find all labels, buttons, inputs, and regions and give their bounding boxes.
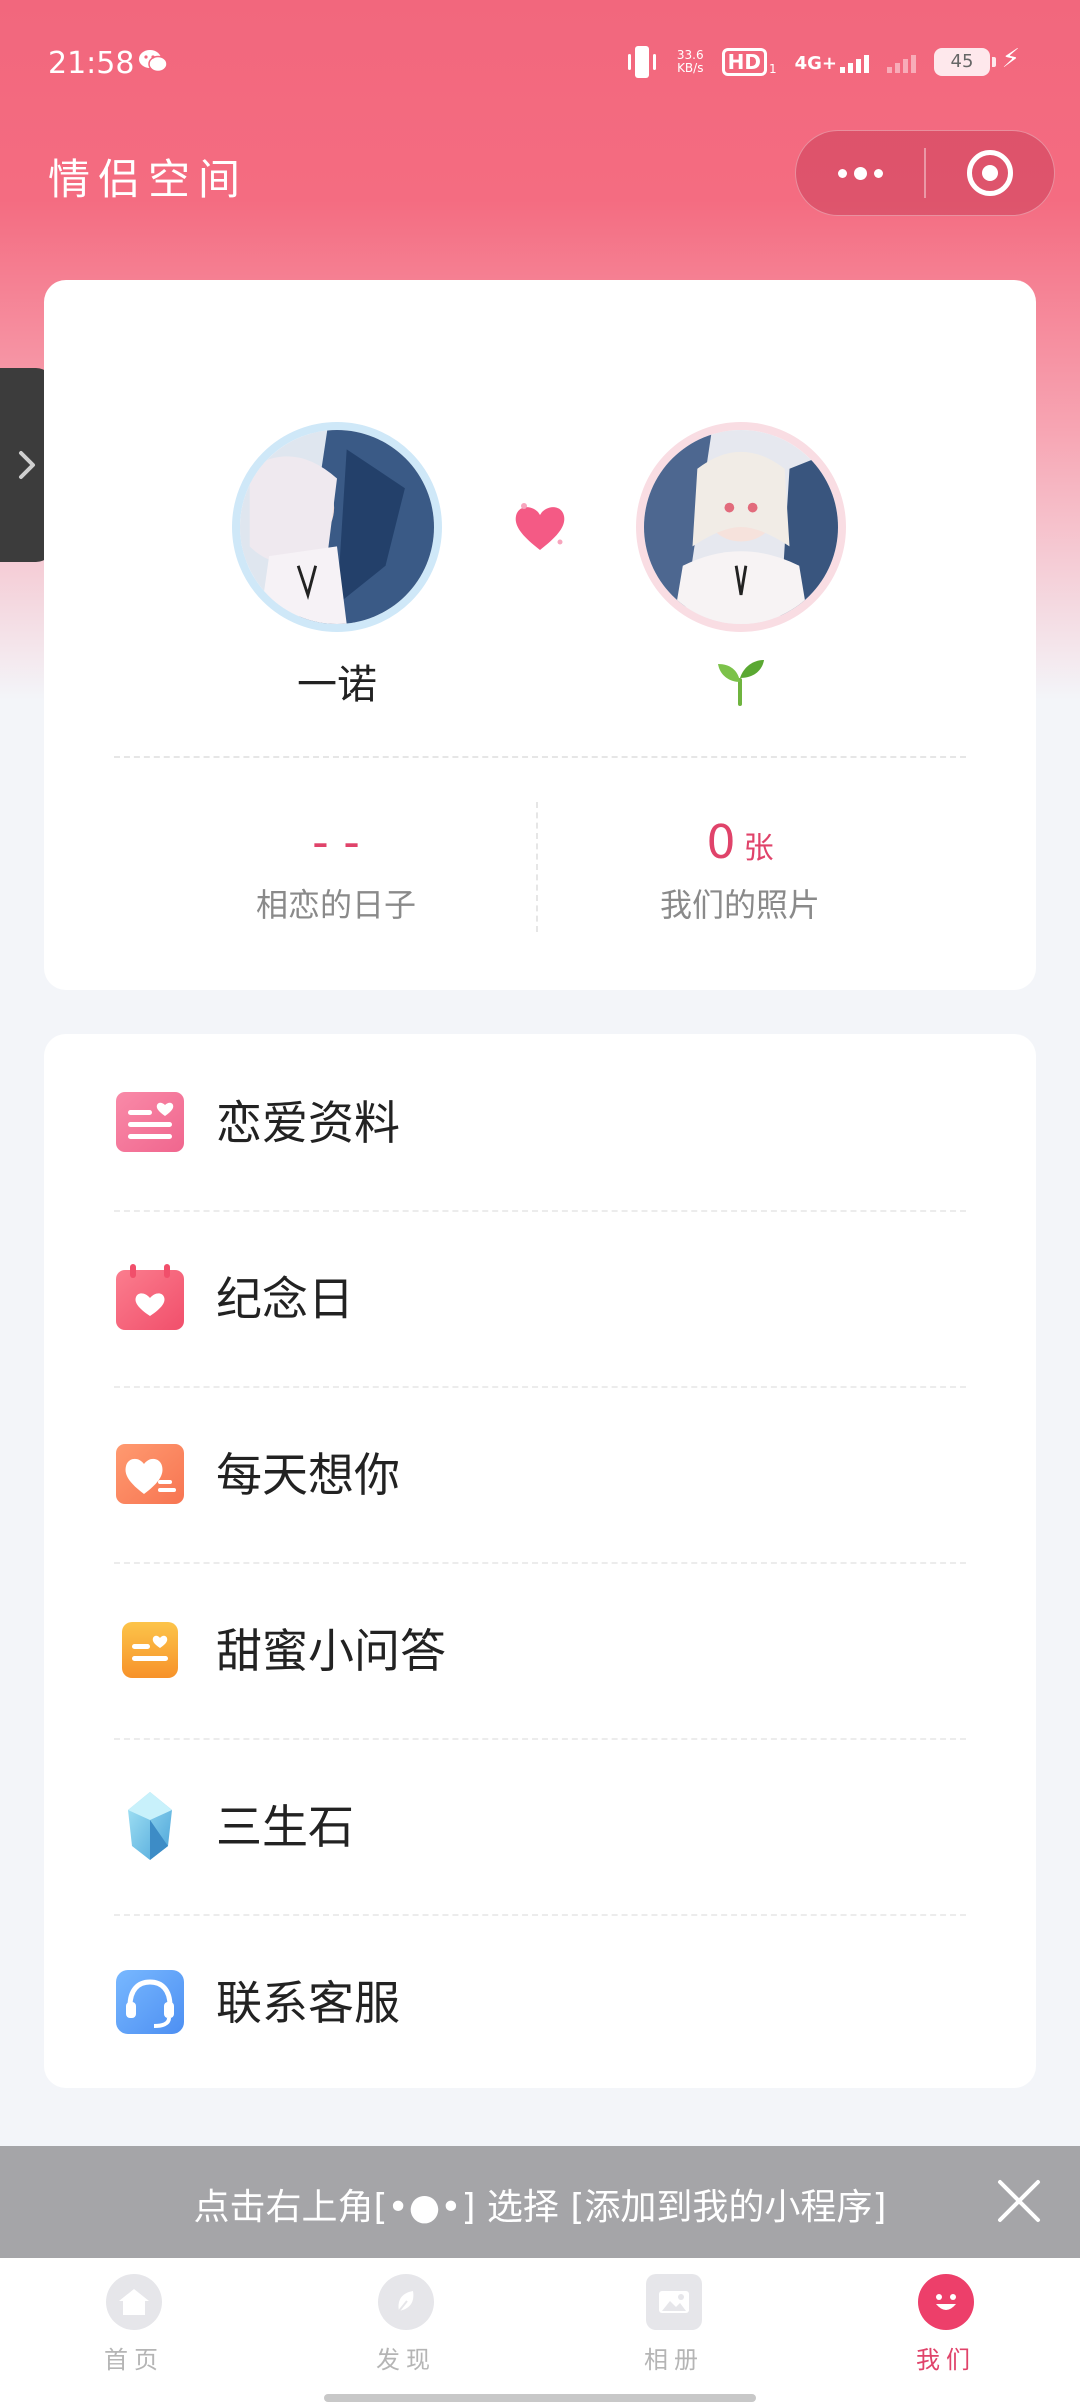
sprout-icon bbox=[718, 660, 764, 706]
home-indicator[interactable] bbox=[324, 2394, 756, 2402]
love-profile-icon bbox=[116, 1092, 184, 1152]
menu-item-label: 联系客服 bbox=[216, 1976, 400, 2030]
avatar-image-right bbox=[644, 430, 838, 624]
card-divider bbox=[114, 756, 966, 758]
chevron-right-icon bbox=[19, 451, 35, 479]
stat-value: 0张 bbox=[540, 810, 940, 874]
vibrate-icon bbox=[627, 46, 656, 78]
hd-sub: 1 bbox=[768, 62, 777, 76]
tab-label: 我们 bbox=[916, 2346, 976, 2374]
partner-avatar-right[interactable] bbox=[636, 422, 846, 632]
menu-item-customer-service[interactable]: 联系客服 bbox=[44, 1914, 1036, 2090]
close-miniprogram-button[interactable] bbox=[926, 131, 1054, 215]
speed-unit: KB/s bbox=[677, 61, 704, 75]
wechat-icon bbox=[139, 50, 168, 73]
tab-home[interactable]: 首页 bbox=[64, 2274, 204, 2375]
mini-program-capsule bbox=[795, 130, 1055, 216]
heart-icon bbox=[515, 503, 565, 550]
battery-icon: 45 bbox=[934, 48, 996, 76]
couple-profile-card: 一诺 - - 相恋的日子 0张 我们的照片 bbox=[44, 280, 1036, 990]
close-icon[interactable] bbox=[994, 2176, 1044, 2226]
stat-value: - - bbox=[136, 810, 536, 874]
tab-album[interactable]: 相册 bbox=[604, 2274, 744, 2375]
partner-avatar-left[interactable] bbox=[232, 422, 442, 632]
stat-unit: 张 bbox=[743, 831, 774, 866]
heart-message-icon bbox=[116, 1444, 184, 1504]
stat-value-number: - - bbox=[312, 815, 360, 869]
menu-item-sweet-quiz[interactable]: 甜蜜小问答 bbox=[44, 1562, 1036, 1738]
stat-label: 我们的照片 bbox=[659, 886, 820, 924]
more-dots-icon bbox=[837, 166, 883, 180]
menu-item-label: 恋爱资料 bbox=[216, 1096, 400, 1150]
tab-label: 发现 bbox=[376, 2346, 436, 2374]
stat-our-photos[interactable]: 0张 我们的照片 bbox=[540, 810, 940, 926]
avatar-image-left bbox=[240, 430, 434, 624]
more-button[interactable] bbox=[796, 131, 924, 215]
quiz-card-icon bbox=[122, 1622, 178, 1678]
menu-item-love-profile[interactable]: 恋爱资料 bbox=[44, 1034, 1036, 1210]
status-indicators: 33.6 KB/s HD 1 4G+ 45 bbox=[625, 44, 996, 80]
menu-item-label: 每天想你 bbox=[216, 1448, 400, 1502]
charging-icon: ⚡ bbox=[1001, 44, 1020, 74]
tab-label: 相册 bbox=[644, 2346, 704, 2374]
tab-discover[interactable]: 发现 bbox=[336, 2274, 476, 2375]
stat-value-number: 0 bbox=[706, 815, 736, 869]
partner-name-left: 一诺 bbox=[297, 662, 377, 708]
menu-item-three-life-stone[interactable]: 三生石 bbox=[44, 1738, 1036, 1914]
network-type: 4G+ bbox=[794, 53, 837, 74]
tab-us[interactable]: 我们 bbox=[876, 2274, 1016, 2375]
headset-icon bbox=[116, 1970, 184, 2034]
stat-divider bbox=[536, 802, 538, 932]
crystal-icon bbox=[128, 1792, 172, 1860]
tab-label: 首页 bbox=[104, 2346, 164, 2374]
home-icon bbox=[106, 2274, 162, 2330]
menu-item-miss-you[interactable]: 每天想你 bbox=[44, 1386, 1036, 1562]
menu-item-label: 纪念日 bbox=[216, 1272, 354, 1326]
signal-bars-2-icon bbox=[887, 51, 916, 73]
signal-bars-icon bbox=[840, 51, 869, 73]
add-to-miniprogram-tip: 点击右上角[•●•] 选择 [添加到我的小程序] bbox=[0, 2146, 1080, 2258]
hd-badge: HD bbox=[721, 48, 767, 76]
feature-menu: 恋爱资料 纪念日 每天想你 甜蜜小问答 三生石 联系客服 bbox=[44, 1034, 1036, 2088]
smile-icon bbox=[918, 2274, 974, 2330]
network-speed: 33.6 KB/s bbox=[677, 49, 704, 75]
album-icon bbox=[646, 2274, 702, 2330]
stat-love-days[interactable]: - - 相恋的日子 bbox=[136, 810, 536, 926]
status-time: 21:58 bbox=[48, 46, 135, 81]
page-title: 情侣空间 bbox=[48, 155, 249, 204]
bottom-tab-bar: 首页 发现 相册 我们 bbox=[0, 2258, 1080, 2408]
calendar-heart-icon bbox=[116, 1264, 184, 1330]
tip-text: 点击右上角[•●•] 选择 [添加到我的小程序] bbox=[193, 2187, 887, 2228]
stat-label: 相恋的日子 bbox=[255, 886, 416, 924]
menu-item-label: 三生石 bbox=[216, 1800, 354, 1854]
discover-icon bbox=[378, 2274, 434, 2330]
network-indicator: 4G+ bbox=[795, 51, 869, 73]
hd-indicator: HD 1 bbox=[721, 48, 777, 76]
target-icon bbox=[966, 150, 1013, 196]
menu-item-label: 甜蜜小问答 bbox=[216, 1624, 446, 1678]
menu-item-anniversary[interactable]: 纪念日 bbox=[44, 1210, 1036, 1386]
status-bar: 21:58 33.6 KB/s HD 1 4G+ 45 ⚡ bbox=[0, 0, 1080, 128]
